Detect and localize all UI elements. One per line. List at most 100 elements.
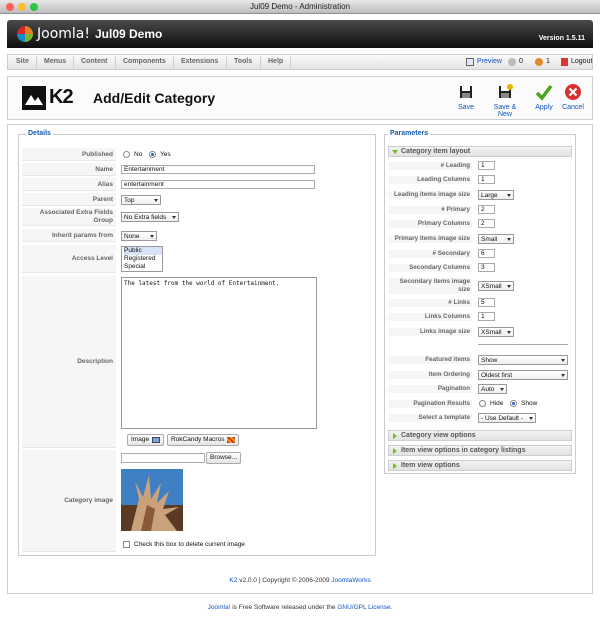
candy-icon [227,437,236,443]
joomla-logo-icon [17,26,33,42]
category-view-options-title: Category view options [401,432,476,439]
joomla-license-text: is Free Software released under the [232,604,336,611]
pagination-results-show-radio[interactable] [510,400,517,407]
details-legend: Details [26,130,53,137]
access-option-public[interactable]: Public [124,247,162,255]
links-columns-input[interactable]: 1 [478,312,495,321]
image-icon [152,437,161,443]
joomla-link[interactable]: Joomla! [208,604,231,611]
k2-version-text: v2.0.0 | Copyright © 2006-2009 [239,577,330,584]
pagination-select[interactable]: Auto [478,384,507,394]
access-option-special[interactable]: Special [124,263,162,271]
extra-fields-select[interactable]: No Extra fields [121,212,179,222]
pagination-results-hide-radio[interactable] [479,400,486,407]
access-option-registered[interactable]: Registered [124,255,162,263]
zoom-window-icon[interactable] [30,3,38,11]
item-view-listings-header[interactable]: Item view options in category listings [388,445,572,456]
item-ordering-label: Item Ordering [388,371,472,379]
messages-icon[interactable] [508,58,516,66]
rokcandy-macros-button[interactable]: RokCandy Macros [167,434,240,446]
check-icon [535,84,553,101]
secondary-columns-label: Secondary Columns [388,264,472,272]
admin-header: Joomla! Jul09 Demo Version 1.5.11 [7,20,593,48]
image-file-input[interactable] [121,453,205,463]
leading-columns-input[interactable]: 1 [478,175,495,184]
category-view-options-header[interactable]: Category view options [388,430,572,441]
messages-count: 0 [519,58,523,65]
category-image-label: Category image [22,450,116,552]
users-icon[interactable] [535,58,543,66]
leading-input[interactable]: 1 [478,161,495,170]
k2-link[interactable]: K2 [229,577,237,584]
access-level-listbox[interactable]: Public Registered Special [121,246,163,272]
preview-icon[interactable] [466,58,474,66]
secondary-input[interactable]: 6 [478,249,495,258]
menu-extensions[interactable]: Extensions [181,58,218,65]
featured-items-label: Featured items [388,356,472,364]
category-item-layout-header[interactable]: Category item layout [388,146,572,157]
parent-select[interactable]: Top [121,195,161,205]
leading-image-size-select[interactable]: Large [478,190,514,200]
secondary-image-size-label: Secondary items image size [388,278,472,294]
save-new-icon [499,84,513,98]
menu-help[interactable]: Help [268,58,283,65]
primary-image-size-select[interactable]: Small [478,234,514,244]
save-label: Save [458,104,474,111]
site-name: Jul09 Demo [95,27,163,41]
apply-label: Apply [535,104,553,111]
secondary-image-size-select[interactable]: XSmall [478,281,514,291]
links-image-size-select[interactable]: XSmall [478,327,514,337]
template-label: Select a template [388,414,472,422]
published-no-label: No [134,151,143,158]
links-input[interactable]: 5 [478,298,495,307]
close-window-icon[interactable] [6,3,14,11]
name-input[interactable]: Entertainment [121,165,315,174]
image-button[interactable]: Image [127,434,165,446]
gpl-license-link[interactable]: GNU/GPL License. [337,604,392,611]
menu-menus[interactable]: Menus [44,58,66,65]
description-editor[interactable]: The latest from the world of Entertainme… [121,277,317,429]
primary-columns-input[interactable]: 2 [478,219,495,228]
featured-items-select[interactable]: Show [478,355,568,365]
menu-content[interactable]: Content [81,58,107,65]
logout-link[interactable]: Logout [571,58,592,65]
apply-button[interactable]: Apply [532,83,556,111]
window-title: Jul09 Demo - Administration [249,2,351,11]
menu-tools[interactable]: Tools [234,58,252,65]
item-view-listings-title: Item view options in category listings [401,447,526,454]
delete-image-checkbox[interactable] [123,541,130,548]
users-count: 1 [546,58,550,65]
save-button[interactable]: Save [454,83,478,111]
pagination-results-hide-label: Hide [490,400,504,407]
joomla-logo-text: Joomla! [37,26,90,42]
joomlaworks-link[interactable]: JoomlaWorks [331,577,370,584]
browse-button[interactable]: Browse... [206,452,242,464]
leading-image-size-label: Leading items image size [388,191,472,199]
menu-components[interactable]: Components [123,58,166,65]
description-label: Description [22,276,116,448]
save-and-new-button[interactable]: Save & New [486,83,524,118]
parent-label: Parent [22,193,116,206]
k2-logo-text: K2 [49,86,74,108]
parameters-legend: Parameters [388,130,431,137]
menu-site[interactable]: Site [16,58,29,65]
minimize-window-icon[interactable] [18,3,26,11]
leading-label: # Leading [388,162,472,170]
primary-input[interactable]: 2 [478,205,495,214]
published-no-radio[interactable] [123,151,130,158]
logout-icon[interactable] [561,58,568,66]
links-label: # Links [388,299,472,307]
category-image-thumbnail [121,469,183,531]
preview-link[interactable]: Preview [477,58,502,65]
published-yes-radio[interactable] [149,151,156,158]
inherit-select[interactable]: None [121,231,157,241]
secondary-columns-input[interactable]: 3 [478,263,495,272]
template-select[interactable]: - Use Default - [478,413,536,423]
alias-input[interactable]: entertainment [121,180,315,189]
cancel-button[interactable]: Cancel [561,83,585,111]
primary-image-size-label: Primary items image size [388,235,472,243]
item-view-options-header[interactable]: Item view options [388,460,572,471]
page-title: Add/Edit Category [93,90,216,106]
page-toolbar: K2 Add/Edit Category Save Save & New App… [7,76,593,120]
item-ordering-select[interactable]: Oldest first [478,370,568,380]
